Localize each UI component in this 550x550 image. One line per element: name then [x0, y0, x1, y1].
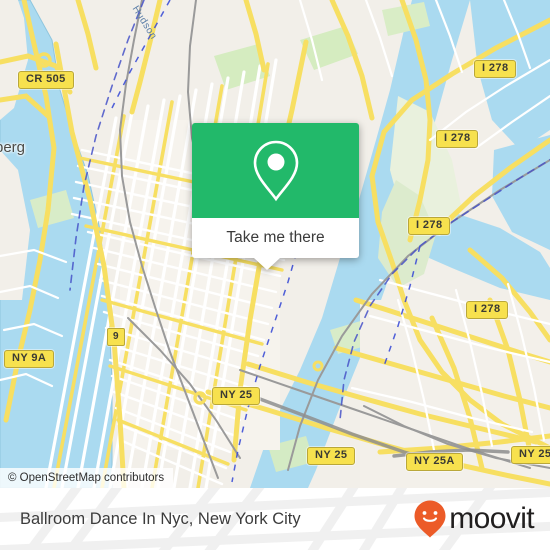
shield-route-9[interactable]: 9	[107, 328, 125, 346]
map-popup[interactable]: Take me there	[192, 123, 359, 270]
shield-ny-25-a[interactable]: NY 25	[212, 387, 261, 405]
shield-ny-25a-a[interactable]: NY 25A	[406, 453, 463, 471]
shield-i-278-a[interactable]: I 278	[474, 60, 517, 78]
shield-i-278-c[interactable]: I 278	[408, 217, 451, 235]
map-canvas[interactable]: Hudson berg CR 505 I 278 I 278 I 278 I 2…	[0, 0, 550, 488]
popup-action-bar[interactable]: Take me there	[192, 218, 359, 258]
card-footer: Ballroom Dance In Nyc, New York City moo…	[0, 488, 550, 550]
shield-ny-25-b[interactable]: NY 25	[307, 447, 356, 465]
place-label-partial: berg	[0, 139, 26, 156]
osm-attribution[interactable]: © OpenStreetMap contributors	[0, 468, 174, 488]
moovit-smiley-pin-icon	[414, 500, 446, 538]
moovit-map-card: Hudson berg CR 505 I 278 I 278 I 278 I 2…	[0, 0, 550, 550]
shield-i-278-d[interactable]: I 278	[466, 301, 509, 319]
moovit-brand[interactable]: moovit	[413, 488, 535, 550]
location-title: Ballroom Dance In Nyc, New York City	[20, 509, 301, 528]
popup-tail-pointer	[254, 258, 280, 270]
moovit-wordmark: moovit	[449, 502, 534, 535]
location-pin-icon	[253, 140, 298, 201]
shield-ny-25a-b[interactable]: NY 25A	[511, 446, 550, 464]
shield-cr-505[interactable]: CR 505	[18, 71, 74, 89]
shield-i-278-b[interactable]: I 278	[436, 130, 479, 148]
shield-ny-9a[interactable]: NY 9A	[4, 350, 55, 368]
take-me-there-label: Take me there	[226, 229, 325, 246]
popup-header	[192, 123, 359, 218]
